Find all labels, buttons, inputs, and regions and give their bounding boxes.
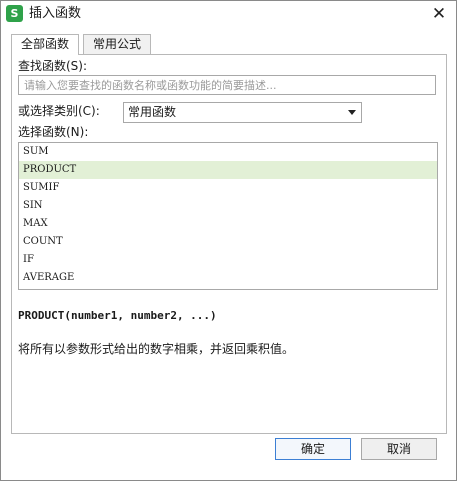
title-bar: S 插入函数 ✕ — [1, 1, 456, 27]
function-item-if[interactable]: IF — [19, 251, 437, 269]
function-item-sumif[interactable]: SUMIF — [19, 179, 437, 197]
dialog-title: 插入函数 — [29, 6, 82, 21]
close-icon[interactable]: ✕ — [428, 4, 450, 24]
cancel-button[interactable]: 取消 — [361, 438, 437, 460]
insert-function-dialog: S 插入函数 ✕ 全部函数 常用公式 查找函数(S): 或选择类别(C): 常用… — [0, 0, 457, 481]
search-input[interactable] — [18, 75, 436, 95]
category-selected-value: 常用函数 — [128, 105, 177, 119]
category-select[interactable]: 常用函数 — [123, 102, 362, 123]
ok-button[interactable]: 确定 — [275, 438, 351, 460]
function-list[interactable]: SUM PRODUCT SUMIF SIN MAX COUNT IF AVERA… — [18, 142, 438, 290]
function-item-product[interactable]: PRODUCT — [19, 161, 437, 179]
dropdown-arrow-icon — [348, 110, 356, 115]
tab-panel-all-functions: 查找函数(S): 或选择类别(C): 常用函数 选择函数(N): SUM PRO… — [11, 54, 447, 434]
category-label: 或选择类别(C): — [18, 104, 100, 118]
function-list-label: 选择函数(N): — [18, 125, 89, 139]
function-item-sum[interactable]: SUM — [19, 143, 437, 161]
function-item-sin[interactable]: SIN — [19, 197, 437, 215]
function-item-average[interactable]: AVERAGE — [19, 269, 437, 287]
tab-all-functions[interactable]: 全部函数 — [11, 34, 80, 55]
function-syntax: PRODUCT(number1, number2, ...) — [18, 309, 217, 322]
function-item-count[interactable]: COUNT — [19, 233, 437, 251]
tab-common-formulas[interactable]: 常用公式 — [83, 34, 152, 54]
wps-app-icon: S — [6, 5, 23, 22]
search-label: 查找函数(S): — [18, 59, 88, 73]
function-item-max[interactable]: MAX — [19, 215, 437, 233]
function-description: 将所有以参数形式给出的数字相乘，并返回乘积值。 — [18, 342, 295, 356]
